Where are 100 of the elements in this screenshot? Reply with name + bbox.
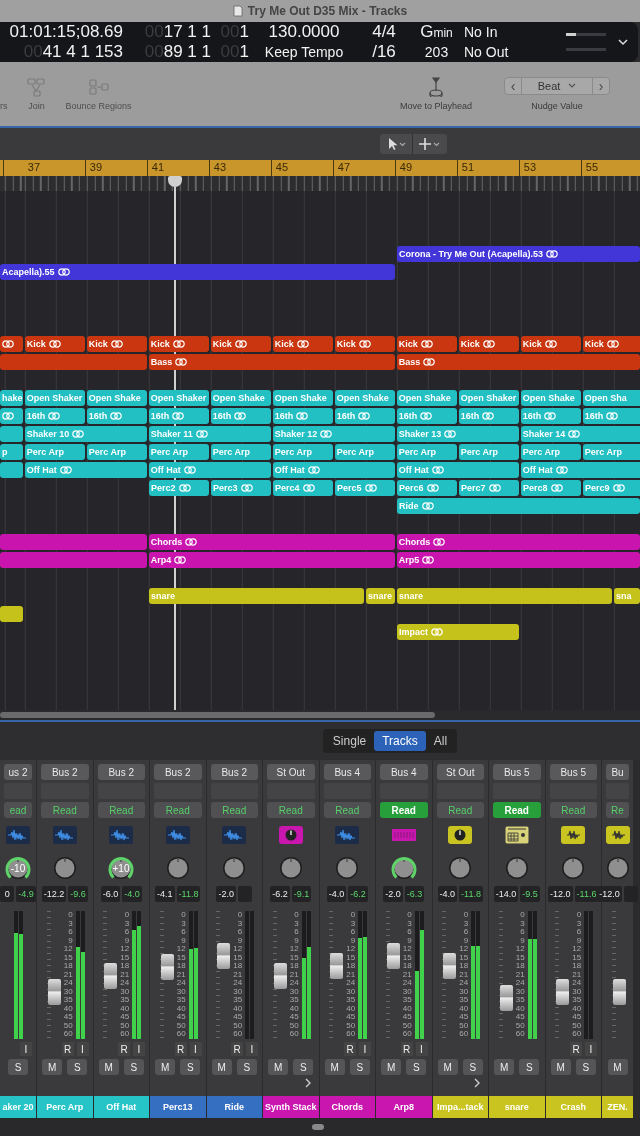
solo-button[interactable]: S <box>180 1059 201 1075</box>
scrollbar-thumb[interactable] <box>0 712 435 718</box>
region[interactable]: Off Hat <box>396 462 519 478</box>
region[interactable]: Kick <box>272 336 333 352</box>
fader-handle[interactable] <box>330 953 344 980</box>
output-button[interactable]: St Out <box>267 764 315 780</box>
input-monitor-button[interactable]: I <box>76 1042 89 1056</box>
track-name[interactable]: Ride <box>206 1096 262 1118</box>
toolbar-label[interactable]: Move to Playhead <box>399 101 472 111</box>
waveform-icon[interactable] <box>605 826 630 844</box>
fader-handle[interactable] <box>104 963 118 990</box>
region[interactable]: p <box>0 444 23 460</box>
region[interactable]: Open Shake <box>86 390 147 406</box>
waveform-icon[interactable] <box>52 826 77 844</box>
waveform-icon[interactable] <box>335 826 360 844</box>
fader-handle[interactable] <box>273 963 287 990</box>
automation-button[interactable]: Read <box>97 802 145 818</box>
record-enable-button[interactable]: R <box>344 1042 356 1056</box>
waveform-icon[interactable] <box>561 826 586 844</box>
waveform-icon[interactable] <box>109 826 134 844</box>
automation-button[interactable]: ead <box>4 802 32 818</box>
mute-button[interactable]: M <box>268 1059 289 1075</box>
solo-button[interactable]: S <box>519 1059 540 1075</box>
region[interactable]: Shaker 13 <box>396 426 519 442</box>
fader-handle[interactable] <box>160 954 174 981</box>
output-button[interactable]: Bus 5 <box>493 764 541 780</box>
region[interactable]: 16th <box>396 408 457 424</box>
region[interactable]: Off Hat <box>148 462 271 478</box>
output-button[interactable]: Bus 2 <box>41 764 89 780</box>
solo-button[interactable]: S <box>406 1059 427 1075</box>
fader-handle[interactable] <box>217 942 231 969</box>
automation-button[interactable]: Read <box>493 802 541 818</box>
region[interactable]: 16th <box>582 408 640 424</box>
input-monitor-button[interactable]: I <box>20 1042 32 1056</box>
region[interactable]: Perc Arp <box>520 444 581 460</box>
output-button[interactable]: Bus 2 <box>154 764 202 780</box>
region[interactable]: 16th <box>148 408 209 424</box>
region[interactable]: Perc Arp <box>24 444 85 460</box>
region[interactable]: Open Shake <box>396 390 457 406</box>
region[interactable]: Kick <box>520 336 581 352</box>
region[interactable]: Perc8 <box>521 480 581 496</box>
track-name[interactable]: aker 20 <box>0 1096 36 1118</box>
region[interactable]: Corona - Try Me Out (Acapella).53 <box>397 246 640 262</box>
region[interactable]: Open Shaker <box>458 390 519 406</box>
waveform-icon[interactable] <box>165 826 190 844</box>
input-monitor-button[interactable]: I <box>246 1042 258 1056</box>
mute-button[interactable]: M <box>494 1059 515 1075</box>
mute-button[interactable]: M <box>437 1059 458 1075</box>
solo-button[interactable]: S <box>8 1059 28 1075</box>
region[interactable]: Kick <box>334 336 395 352</box>
region[interactable]: 16th <box>210 408 271 424</box>
previous-button[interactable]: ‹ <box>505 78 521 94</box>
nudge-value-dropdown[interactable]: Beat <box>521 78 593 94</box>
fader-handle[interactable] <box>612 978 626 1005</box>
output-button[interactable]: St Out <box>436 764 484 780</box>
record-enable-button[interactable]: R <box>118 1042 130 1056</box>
chevron-right-icon[interactable] <box>304 1078 311 1088</box>
region[interactable]: Shaker 11 <box>148 426 271 442</box>
region[interactable]: Chords <box>396 534 640 550</box>
region[interactable]: Perc2 <box>149 480 209 496</box>
region[interactable]: Shaker 10 <box>24 426 147 442</box>
region[interactable]: Perc7 <box>459 480 519 496</box>
mute-button[interactable]: M <box>550 1059 571 1075</box>
region[interactable]: Open Shaker <box>24 390 85 406</box>
record-enable-button[interactable]: R <box>61 1042 74 1056</box>
output-button[interactable]: Bus 4 <box>380 764 428 780</box>
region[interactable]: Kick <box>582 336 640 352</box>
view-tab[interactable]: Tracks <box>374 731 426 751</box>
region[interactable]: hake <box>0 390 23 406</box>
region[interactable]: Arp4 <box>148 552 395 568</box>
mute-button[interactable]: M <box>155 1059 176 1075</box>
input-monitor-button[interactable]: I <box>359 1042 371 1056</box>
region[interactable]: Open Shake <box>520 390 581 406</box>
region[interactable]: Bass <box>396 354 640 370</box>
chevron-right-icon[interactable] <box>474 1078 480 1088</box>
region[interactable] <box>0 336 23 352</box>
region[interactable]: Perc Arp <box>86 444 147 460</box>
view-tab[interactable]: All <box>425 731 456 751</box>
solo-button[interactable]: S <box>462 1059 483 1075</box>
region[interactable]: Perc6 <box>397 480 457 496</box>
track-name[interactable]: Arp8 <box>376 1096 432 1118</box>
region[interactable]: Kick <box>458 336 519 352</box>
region[interactable]: Kick <box>396 336 457 352</box>
region[interactable]: 16th <box>272 408 333 424</box>
region[interactable] <box>0 408 23 424</box>
solo-button[interactable]: S <box>67 1059 88 1075</box>
region[interactable]: Perc9 <box>583 480 640 496</box>
region[interactable]: Kick <box>24 336 85 352</box>
region[interactable]: Perc4 <box>273 480 333 496</box>
region[interactable]: Arp5 <box>396 552 640 568</box>
solo-button[interactable]: S <box>293 1059 314 1075</box>
region[interactable]: Kick <box>210 336 271 352</box>
output-button[interactable]: Bu <box>606 764 629 780</box>
automation-button[interactable]: Re <box>606 802 629 818</box>
record-enable-button[interactable]: R <box>174 1042 187 1056</box>
fader-handle[interactable] <box>443 953 457 980</box>
record-enable-button[interactable]: R <box>231 1042 243 1056</box>
record-enable-button[interactable]: R <box>400 1042 413 1056</box>
track-name[interactable]: Chords <box>319 1096 375 1118</box>
region[interactable]: Open Shaker <box>148 390 209 406</box>
